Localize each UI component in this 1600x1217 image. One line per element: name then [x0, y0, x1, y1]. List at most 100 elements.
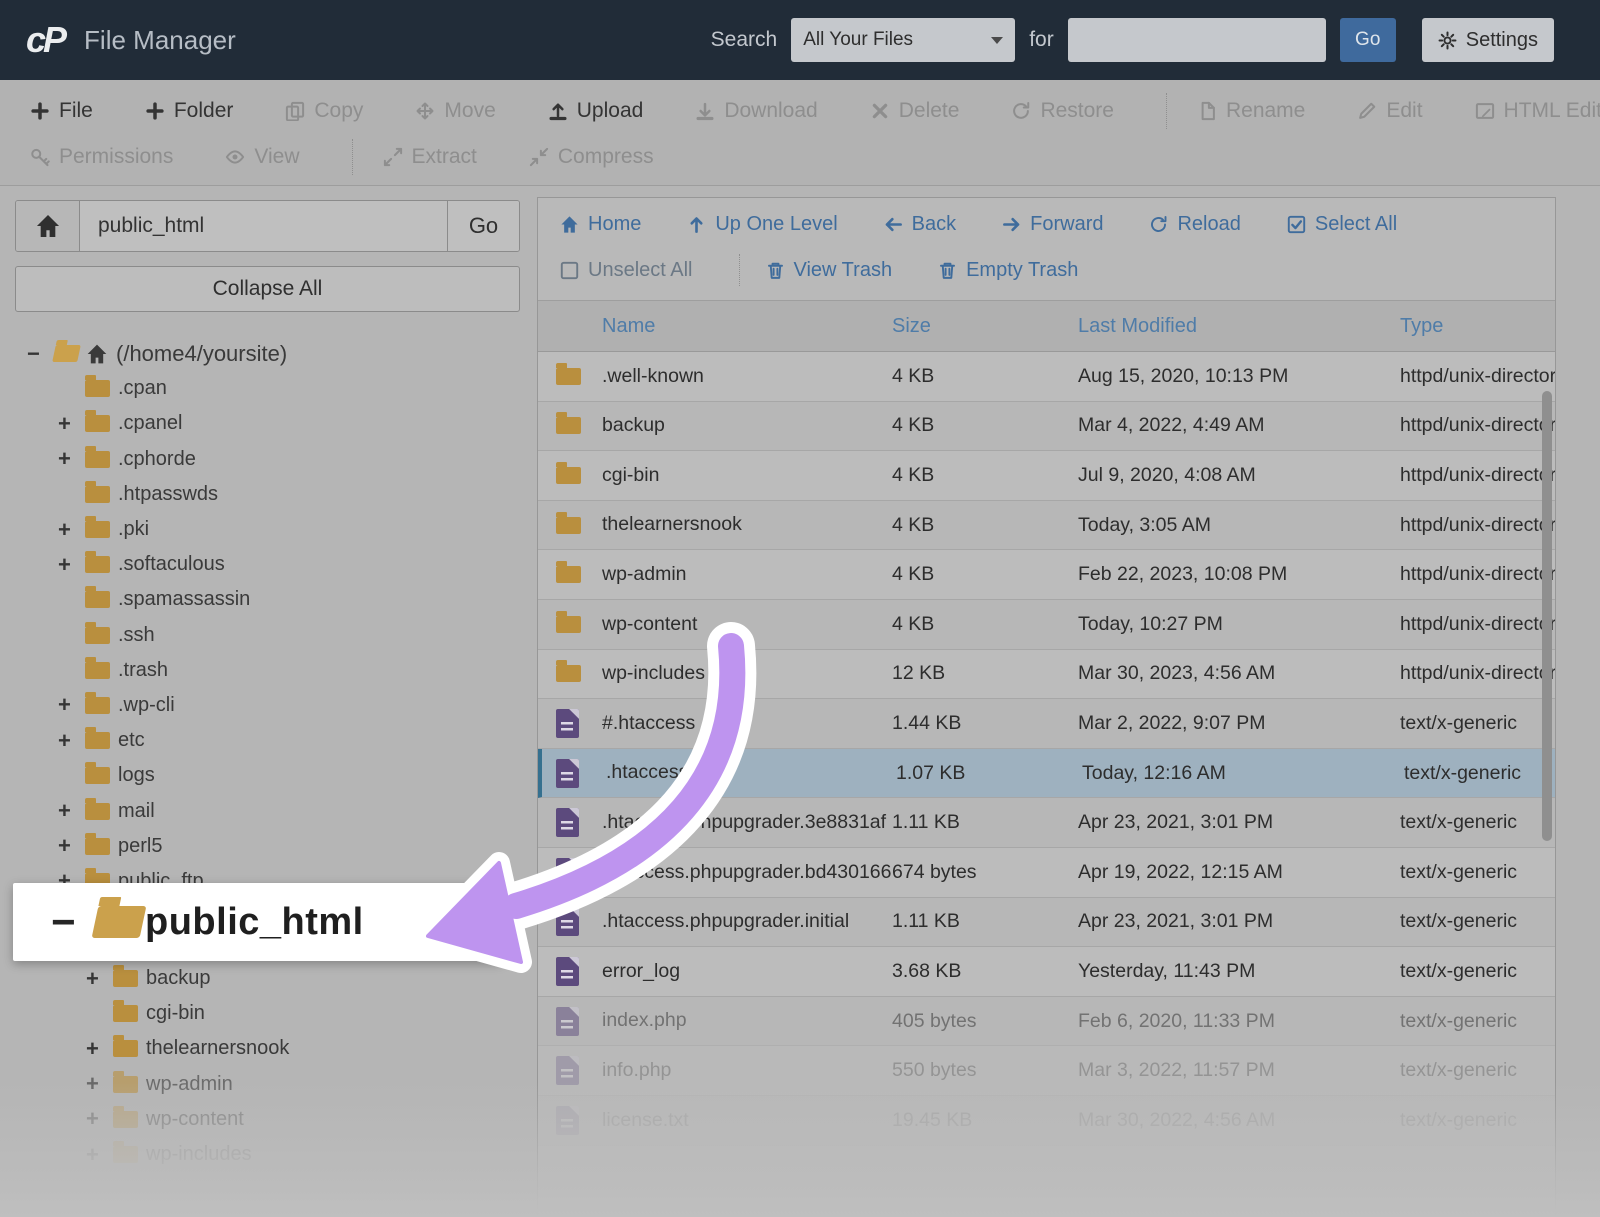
toolbar-button-rename[interactable]: Rename [1197, 99, 1305, 123]
file-row-htaccess-phpupgrader-3e8831af[interactable]: .htaccess.phpupgrader.3e8831af1.11 KBApr… [538, 798, 1555, 848]
compress-icon [529, 147, 549, 167]
file-row-htaccess-phpupgrader-initial[interactable]: .htaccess.phpupgrader.initial1.11 KBApr … [538, 898, 1555, 948]
tree-item-wp-cli[interactable]: +.wp-cli [15, 688, 520, 723]
tree-item-perl5[interactable]: +perl5 [15, 829, 520, 864]
toolbar-button-compress[interactable]: Compress [529, 145, 654, 169]
tree-item-label: .trash [118, 659, 168, 682]
tree-expander[interactable]: + [86, 1071, 113, 1097]
tree-item-logs[interactable]: logs [15, 758, 520, 793]
tree-item-mail[interactable]: +mail [15, 793, 520, 828]
tree-item-wp-includes[interactable]: +wp-includes [15, 1137, 520, 1172]
toolbar-button-move[interactable]: Move [415, 99, 495, 123]
file-row-thelearnersnook[interactable]: thelearnersnook4 KBToday, 3:05 AMhttpd/u… [538, 501, 1555, 551]
search-scope-select[interactable]: All Your Files [791, 18, 1015, 62]
toolbar-button-extract[interactable]: Extract [383, 145, 477, 169]
nav-link-select-all[interactable]: Select All [1287, 213, 1397, 236]
file-row-cgi-bin[interactable]: cgi-bin4 KBJul 9, 2020, 4:08 AMhttpd/uni… [538, 451, 1555, 501]
tree-item-cgi-bin[interactable]: cgi-bin [15, 996, 520, 1031]
toolbar-button-copy[interactable]: Copy [285, 99, 363, 123]
toolbar-button-html-editor[interactable]: HTML Editor [1475, 99, 1600, 123]
tree-item-label: .cpan [118, 377, 167, 400]
column-header-last-modified[interactable]: Last Modified [1078, 315, 1400, 338]
tree-expander[interactable]: + [58, 798, 85, 824]
tree-item-trash[interactable]: .trash [15, 653, 520, 688]
search-input[interactable] [1068, 18, 1326, 62]
toolbar-button-permissions[interactable]: Permissions [30, 145, 173, 169]
toolbar-button-file[interactable]: File [30, 99, 93, 123]
tree-item-htpasswds[interactable]: .htpasswds [15, 477, 520, 512]
file-name: wp-includes [602, 661, 892, 686]
file-row-wp-includes[interactable]: wp-includes12 KBMar 30, 2023, 4:56 AMhtt… [538, 650, 1555, 700]
tree-item-wp-content[interactable]: +wp-content [15, 1102, 520, 1137]
tree-item-cpanel[interactable]: +.cpanel [15, 406, 520, 441]
tree-expander[interactable]: + [86, 1106, 113, 1132]
tree-expander[interactable]: − [27, 341, 54, 367]
tree-item-cphorde[interactable]: +.cphorde [15, 442, 520, 477]
tree-item-home4-yoursite[interactable]: −(/home4/yoursite) [15, 336, 520, 371]
tree-expander[interactable]: + [58, 728, 85, 754]
tree-expander[interactable]: − [51, 898, 95, 946]
tree-expander[interactable]: + [58, 517, 85, 543]
tree-item-etc[interactable]: +etc [15, 723, 520, 758]
nav-link-back[interactable]: Back [884, 213, 956, 236]
tree-expander[interactable]: + [86, 966, 113, 992]
collapse-all-button[interactable]: Collapse All [15, 266, 520, 312]
nav-link-unselect-all[interactable]: Unselect All [560, 259, 693, 282]
tree-item-label: thelearnersnook [146, 1037, 289, 1060]
file-last-modified: Mar 30, 2023, 4:56 AM [1078, 662, 1400, 685]
nav-link-reload[interactable]: Reload [1149, 213, 1240, 236]
nav-link-empty-trash[interactable]: Empty Trash [938, 259, 1078, 282]
tree-item-ssh[interactable]: .ssh [15, 618, 520, 653]
file-icon [556, 1056, 579, 1085]
tree-expander[interactable]: + [58, 552, 85, 578]
file-row-wp-admin[interactable]: wp-admin4 KBFeb 22, 2023, 10:08 PMhttpd/… [538, 550, 1555, 600]
toolbar-button-download[interactable]: Download [695, 99, 817, 123]
nav-link-up-one-level[interactable]: Up One Level [687, 213, 837, 236]
file-row-htaccess[interactable]: #.htaccess1.44 KBMar 2, 2022, 9:07 PMtex… [538, 699, 1555, 749]
nav-link-view-trash[interactable]: View Trash [766, 259, 893, 282]
file-row-htaccess[interactable]: .htaccess1.07 KBToday, 12:16 AMtext/x-ge… [538, 749, 1555, 799]
file-row-well-known[interactable]: .well-known4 KBAug 15, 2020, 10:13 PMhtt… [538, 352, 1555, 402]
tree-expander[interactable]: + [58, 446, 85, 472]
toolbar-button-upload[interactable]: Upload [548, 99, 644, 123]
toolbar-button-restore[interactable]: Restore [1011, 99, 1114, 123]
tree-item-cpan[interactable]: .cpan [15, 371, 520, 406]
column-header-type[interactable]: Type [1400, 315, 1555, 338]
search-go-button[interactable]: Go [1340, 18, 1396, 62]
tree-expander[interactable]: + [58, 833, 85, 859]
file-last-modified: Mar 4, 2022, 4:49 AM [1078, 414, 1400, 437]
permissions-icon [30, 147, 50, 167]
tree-expander[interactable]: + [58, 692, 85, 718]
header-search-area: Search All Your Files for Go Settings [711, 18, 1554, 62]
tree-expander[interactable]: + [86, 1142, 113, 1168]
path-go-button[interactable]: Go [447, 201, 519, 251]
vertical-scrollbar[interactable] [1542, 391, 1552, 841]
tree-item-thelearnersnook[interactable]: + thelearnersnook [15, 1031, 520, 1066]
tree-item-public-html-highlighted[interactable]: −public_html [13, 883, 502, 961]
nav-link-home[interactable]: Home [560, 213, 641, 236]
toolbar-button-edit[interactable]: Edit [1357, 99, 1422, 123]
nav-link-forward[interactable]: Forward [1002, 213, 1103, 236]
column-header-size[interactable]: Size [892, 315, 1078, 338]
tree-item-backup[interactable]: +backup [15, 961, 520, 996]
file-row-info-php[interactable]: info.php550 bytesMar 3, 2022, 11:57 PMte… [538, 1046, 1555, 1096]
file-row-error-log[interactable]: error_log3.68 KBYesterday, 11:43 PMtext/… [538, 947, 1555, 997]
tree-expander[interactable]: + [58, 411, 85, 437]
toolbar-button-delete[interactable]: Delete [870, 99, 960, 123]
tree-item-pki[interactable]: +.pki [15, 512, 520, 547]
tree-item-spamassassin[interactable]: .spamassassin [15, 582, 520, 617]
file-row-index-php[interactable]: index.php405 bytesFeb 6, 2020, 11:33 PMt… [538, 997, 1555, 1047]
home-path-button[interactable] [16, 201, 80, 251]
toolbar-button-view[interactable]: View [225, 145, 299, 169]
file-row-htaccess-phpupgrader-bd430166[interactable]: .htaccess.phpupgrader.bd430166674 bytesA… [538, 848, 1555, 898]
settings-button[interactable]: Settings [1422, 18, 1554, 62]
file-row-wp-content[interactable]: wp-content4 KBToday, 10:27 PMhttpd/unix-… [538, 600, 1555, 650]
file-row-license-txt[interactable]: license.txt19.45 KBMar 30, 2022, 4:56 AM… [538, 1096, 1555, 1146]
tree-expander[interactable]: + [86, 1036, 113, 1062]
column-header-name[interactable]: Name [602, 313, 892, 339]
tree-item-softaculous[interactable]: +.softaculous [15, 547, 520, 582]
path-input[interactable] [80, 201, 447, 251]
file-row-backup[interactable]: backup4 KBMar 4, 2022, 4:49 AMhttpd/unix… [538, 402, 1555, 452]
toolbar-button-folder[interactable]: Folder [145, 99, 234, 123]
tree-item-wp-admin[interactable]: +wp-admin [15, 1067, 520, 1102]
